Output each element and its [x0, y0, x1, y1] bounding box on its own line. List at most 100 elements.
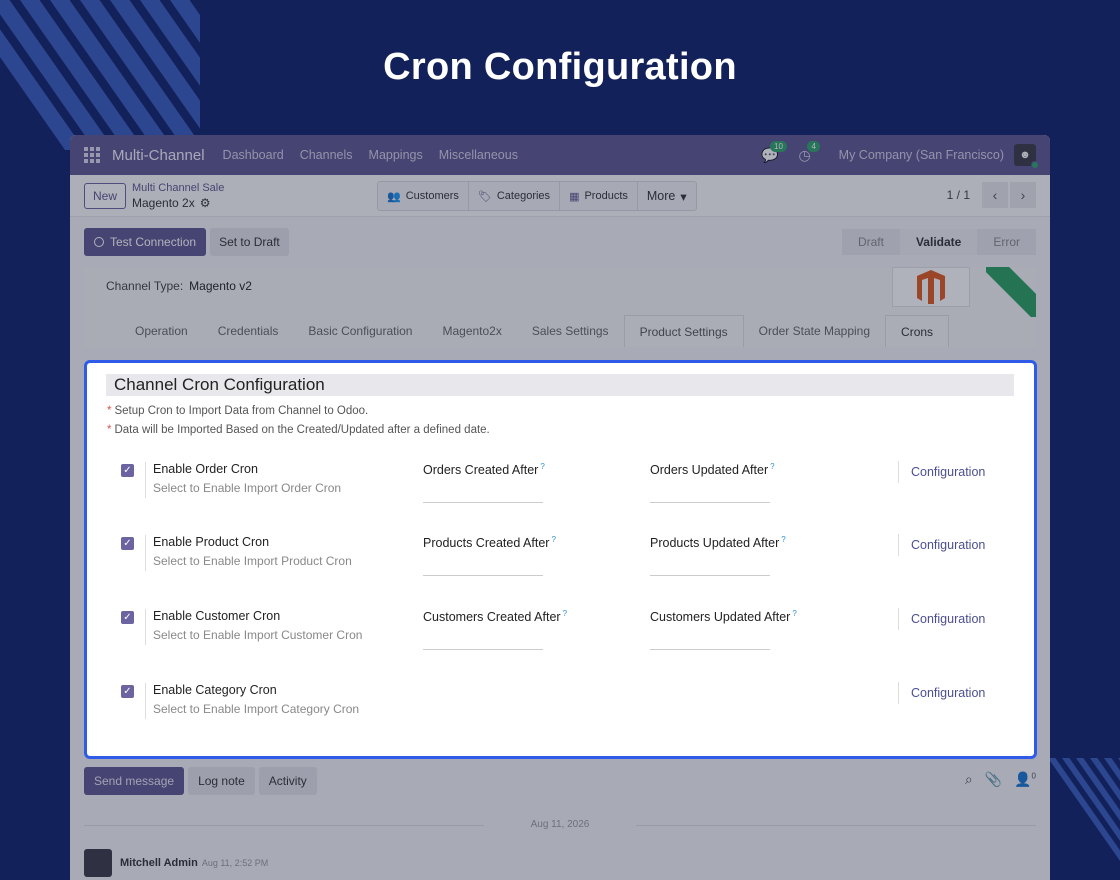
user-avatar[interactable]: ☻: [1014, 144, 1039, 169]
categories-smart-button[interactable]: 🏷 Categories: [469, 182, 561, 210]
breadcrumb: Multi Channel Sale Magento 2x ⚙: [132, 181, 224, 211]
order-cron-label: Enable Order Cron: [153, 462, 258, 476]
orders-created-after-input[interactable]: [423, 502, 543, 503]
send-message-button[interactable]: Send message: [84, 767, 185, 795]
products-updated-after-input[interactable]: [650, 575, 770, 576]
magento-logo: [892, 267, 970, 307]
products-created-after-input[interactable]: [423, 575, 543, 576]
test-connection-button[interactable]: Test Connection: [84, 228, 207, 256]
tab-order-state-mapping[interactable]: Order State Mapping: [744, 315, 885, 347]
pager-previous-button[interactable]: ‹: [982, 182, 1008, 208]
tag-icon: 🏷: [477, 190, 492, 203]
hero-title: Cron Configuration: [383, 46, 737, 88]
nav-dashboard[interactable]: Dashboard: [223, 148, 284, 162]
customers-updated-after-input[interactable]: [650, 649, 770, 650]
help-tooltip-icon[interactable]: ?: [540, 462, 544, 471]
message-author: Mitchell Admin Aug 11, 2:52 PM: [120, 857, 269, 869]
enable-customer-cron-checkbox[interactable]: ✓: [121, 611, 134, 624]
more-dropdown[interactable]: More ▾: [638, 182, 696, 210]
customers-smart-button[interactable]: 👥 Customers: [378, 182, 469, 210]
control-panel: New Multi Channel Sale Magento 2x ⚙ 👥 Cust…: [70, 175, 1050, 217]
followers-icon[interactable]: 👤0: [1014, 771, 1036, 788]
breadcrumb-parent[interactable]: Multi Channel Sale: [132, 181, 224, 196]
help-tooltip-icon[interactable]: ?: [792, 609, 796, 618]
pager-value: 1 / 1: [946, 188, 970, 202]
activities-clock-icon[interactable]: ◷ 4: [798, 140, 820, 164]
product-cron-row: ✓ Enable Product Cron Select to Enable I…: [87, 534, 1034, 595]
order-cron-help: Select to Enable Import Order Cron: [153, 481, 342, 495]
users-icon: 👥: [387, 190, 401, 203]
nav-miscellaneous[interactable]: Miscellaneous: [439, 148, 518, 162]
author-avatar: [84, 849, 112, 877]
orders-created-after-label: Orders Created After?: [423, 462, 545, 478]
stage-validate[interactable]: Validate: [899, 229, 978, 255]
cron-note-2: * Data will be Imported Based on the Crea…: [107, 424, 490, 436]
tab-operation[interactable]: Operation: [120, 315, 203, 347]
pager-next-button[interactable]: ›: [1010, 182, 1036, 208]
channel-type-value: Magento v2: [189, 279, 252, 293]
paperclip-icon[interactable]: 📎: [985, 771, 1002, 788]
category-cron-configuration-link[interactable]: Configuration: [898, 682, 985, 704]
form-statusbar: Test Connection Set to Draft Draft Valid…: [70, 217, 1050, 267]
status-stages: Draft Validate Error: [841, 229, 1036, 255]
products-smart-button[interactable]: ▦ Products: [560, 182, 638, 210]
help-tooltip-icon[interactable]: ?: [551, 535, 555, 544]
category-cron-help: Select to Enable Import Category Cron: [153, 702, 360, 716]
nav-channels[interactable]: Channels: [300, 148, 353, 162]
help-tooltip-icon[interactable]: ?: [770, 462, 774, 471]
date-separator: Aug 11, 2026: [84, 819, 1036, 830]
tab-product-settings[interactable]: Product Settings: [623, 315, 744, 347]
customers-created-after-label: Customers Created After?: [423, 609, 568, 625]
customer-cron-configuration-link[interactable]: Configuration: [898, 608, 985, 630]
log-note-button[interactable]: Log note: [188, 767, 255, 795]
activity-button[interactable]: Activity: [258, 767, 317, 795]
customers-created-after-input[interactable]: [423, 649, 543, 650]
enable-product-cron-checkbox[interactable]: ✓: [121, 537, 134, 550]
order-cron-configuration-link[interactable]: Configuration: [898, 461, 985, 483]
nav-mappings[interactable]: Mappings: [369, 148, 423, 162]
tab-crons[interactable]: Crons: [885, 315, 950, 347]
orders-updated-after-label: Orders Updated After?: [650, 462, 775, 478]
messages-badge: 10: [770, 140, 787, 152]
decorative-stripes-bottom-right: [1048, 758, 1120, 880]
customer-cron-row: ✓ Enable Customer Cron Select to Enable …: [87, 608, 1034, 669]
orders-updated-after-input[interactable]: [650, 502, 770, 503]
help-tooltip-icon[interactable]: ?: [781, 535, 785, 544]
products-created-after-label: Products Created After?: [423, 535, 556, 551]
tab-credentials[interactable]: Credentials: [203, 315, 294, 347]
activities-badge: 4: [807, 140, 820, 152]
tab-magento2x[interactable]: Magento2x: [427, 315, 516, 347]
customer-cron-label: Enable Customer Cron: [153, 609, 281, 623]
apps-grid-icon[interactable]: [84, 147, 100, 163]
messages-icon[interactable]: 💬 10: [761, 140, 787, 164]
enable-order-cron-checkbox[interactable]: ✓: [121, 464, 134, 477]
cron-note-1: * Setup Cron to Import Data from Channel …: [107, 405, 369, 417]
company-switcher[interactable]: My Company (San Francisco): [839, 148, 1004, 162]
new-button[interactable]: New: [84, 182, 127, 209]
cron-config-highlight-card: Channel Cron Configuration * Setup Cron t…: [84, 360, 1037, 759]
set-to-draft-button[interactable]: Set to Draft: [210, 228, 289, 256]
app-brand[interactable]: Multi-Channel: [112, 147, 205, 164]
notebook-tabs: Operation Credentials Basic Configuratio…: [120, 315, 950, 347]
chatter-message: Mitchell Admin Aug 11, 2:52 PM: [84, 849, 268, 877]
product-cron-configuration-link[interactable]: Configuration: [898, 534, 985, 556]
customers-updated-after-label: Customers Updated After?: [650, 609, 797, 625]
category-cron-row: ✓ Enable Category Cron Select to Enable …: [87, 682, 1034, 743]
chatter: Send message Log note Activity ⌕ 📎 👤0 Au…: [84, 767, 1036, 877]
products-updated-after-label: Products Updated After?: [650, 535, 786, 551]
caret-down-icon: ▾: [680, 189, 687, 204]
stage-draft[interactable]: Draft: [842, 229, 900, 255]
cubes-icon: ▦: [569, 190, 580, 203]
smart-buttons: 👥 Customers 🏷 Categories ▦ Products More ▾: [377, 181, 697, 211]
enable-category-cron-checkbox[interactable]: ✓: [121, 685, 134, 698]
stage-error[interactable]: Error: [977, 229, 1036, 255]
online-status-dot: [1031, 161, 1039, 169]
help-tooltip-icon[interactable]: ?: [563, 609, 567, 618]
top-navbar: Multi-Channel Dashboard Channels Mapping…: [70, 135, 1050, 175]
tab-sales-settings[interactable]: Sales Settings: [517, 315, 624, 347]
channel-type-field: Channel Type: Magento v2: [106, 279, 252, 293]
gear-icon[interactable]: ⚙: [200, 196, 211, 211]
search-icon[interactable]: ⌕: [965, 771, 973, 788]
category-cron-label: Enable Category Cron: [153, 683, 277, 697]
tab-basic-configuration[interactable]: Basic Configuration: [293, 315, 427, 347]
